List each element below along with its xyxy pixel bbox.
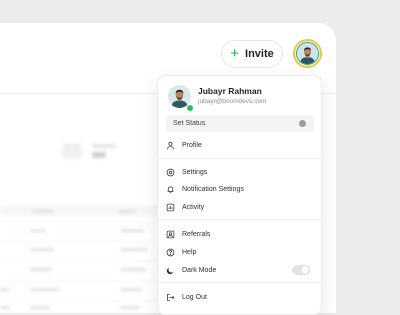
bell-icon xyxy=(167,185,174,193)
menu-item-dark-mode: Dark Mode xyxy=(164,262,316,278)
avatar xyxy=(296,42,319,65)
menu-divider xyxy=(158,158,321,159)
user-icon xyxy=(167,141,174,149)
table-cell xyxy=(120,288,142,291)
table-cell xyxy=(120,306,140,309)
table-cell xyxy=(118,210,136,213)
profile-header[interactable]: Jubayr Rahman jubayr@boomdevs.com xyxy=(168,85,308,117)
table-cell xyxy=(120,268,146,271)
table-cell xyxy=(30,248,54,251)
menu-item-settings[interactable]: Settings xyxy=(164,164,316,180)
avatar-portrait-icon xyxy=(297,43,318,64)
table-cell xyxy=(30,268,52,271)
plus-icon: + xyxy=(230,45,240,62)
menu-item-log-out[interactable]: Log Out xyxy=(164,289,316,305)
activity-icon xyxy=(166,203,175,211)
menu-divider xyxy=(158,219,321,220)
table-cell xyxy=(0,306,10,309)
moon-icon xyxy=(166,267,174,274)
stat-value xyxy=(92,152,106,158)
set-status-button[interactable]: Set Status xyxy=(166,115,314,132)
menu-item-label: Activity xyxy=(182,203,205,211)
table-cell xyxy=(30,306,50,309)
menu-item-label: Profile xyxy=(182,141,202,149)
user-email: jubayr@boomdevs.com xyxy=(198,98,267,105)
logout-icon xyxy=(167,293,175,301)
table-cell xyxy=(30,229,46,232)
table-row-divider xyxy=(0,281,160,282)
help-icon xyxy=(166,248,175,256)
profile-dropdown-menu: Jubayr Rahman jubayr@boomdevs.com Set St… xyxy=(157,75,322,315)
dark-mode-toggle[interactable] xyxy=(292,265,310,275)
menu-item-notification-settings[interactable]: Notification Settings xyxy=(164,181,316,197)
menu-item-label: Dark Mode xyxy=(182,266,217,274)
blurred-dashboard xyxy=(0,98,160,313)
table-row-divider xyxy=(0,222,160,223)
table-row-divider xyxy=(0,260,160,261)
set-status-label: Set Status xyxy=(173,120,206,127)
user-avatar-button[interactable] xyxy=(293,39,322,68)
stat-icon xyxy=(62,143,82,159)
menu-item-referrals[interactable]: Referrals xyxy=(164,226,316,242)
menu-item-label: Notification Settings xyxy=(182,185,244,193)
status-indicator xyxy=(299,120,306,127)
menu-item-activity[interactable]: Activity xyxy=(164,199,316,215)
table-row-divider xyxy=(0,241,160,242)
gear-icon xyxy=(166,168,175,176)
table-cell xyxy=(32,210,54,213)
online-status-dot xyxy=(186,104,194,112)
table-cell xyxy=(0,288,10,291)
table-header xyxy=(0,205,160,217)
table-row-divider xyxy=(0,300,160,301)
user-name: Jubayr Rahman xyxy=(198,86,262,96)
menu-item-help[interactable]: Help xyxy=(164,244,316,260)
table-cell xyxy=(120,248,148,251)
menu-item-profile[interactable]: Profile xyxy=(164,137,316,153)
menu-item-label: Referrals xyxy=(182,230,211,238)
menu-divider xyxy=(158,282,321,283)
referrals-icon xyxy=(166,230,175,238)
stat-label xyxy=(92,144,116,148)
invite-label: Invite xyxy=(245,48,274,60)
table-cell xyxy=(30,288,60,291)
menu-item-label: Settings xyxy=(182,168,208,176)
menu-item-label: Help xyxy=(182,248,197,256)
invite-button[interactable]: + Invite xyxy=(221,40,283,68)
table-cell xyxy=(120,229,144,232)
toggle-knob xyxy=(301,266,309,274)
menu-item-label: Log Out xyxy=(182,293,207,301)
